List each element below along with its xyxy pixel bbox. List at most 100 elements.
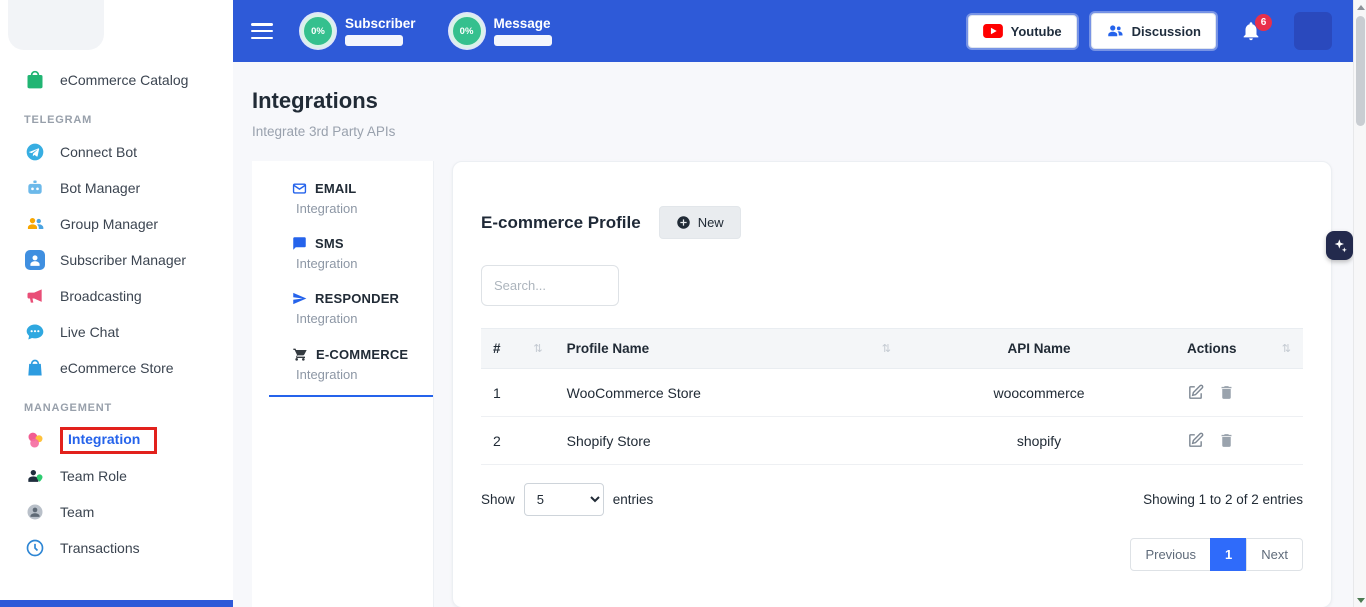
page-subtitle: Integrate 3rd Party APIs	[252, 124, 1332, 139]
row-num: 1	[481, 369, 555, 417]
sidebar-item-label: Team Role	[60, 468, 127, 484]
table-header-row: #⇅ Profile Name⇅ API Name Actions⇅	[481, 329, 1303, 369]
row-api-name: shopify	[903, 417, 1175, 465]
sidebar-item-label: Team	[60, 504, 94, 520]
sidebar-item-label: Transactions	[60, 540, 140, 556]
annotation-highlight-box: Integration	[60, 427, 157, 454]
assistant-floating-button[interactable]	[1326, 231, 1353, 260]
plus-circle-icon	[676, 215, 691, 230]
table-row: 1 WooCommerce Store woocommerce	[481, 369, 1303, 417]
sidebar-item-label: Group Manager	[60, 216, 158, 232]
shopping-bag-icon	[24, 69, 46, 91]
next-page-button[interactable]: Next	[1246, 538, 1303, 571]
sidebar-item-label: eCommerce Catalog	[60, 72, 188, 88]
subscriber-progress-ring: 0%	[301, 14, 335, 48]
sidebar-item-broadcasting[interactable]: Broadcasting	[0, 278, 233, 314]
page-1-button[interactable]: 1	[1210, 538, 1247, 571]
edit-button[interactable]	[1187, 384, 1204, 401]
sidebar-item-label: Integration	[68, 431, 140, 447]
nav-ecommerce-integration[interactable]: E-COMMERCE Integration	[269, 346, 433, 397]
nav-item-subtitle: Integration	[292, 311, 433, 326]
column-header-actions[interactable]: Actions⇅	[1175, 329, 1303, 369]
sidebar-item-group-manager[interactable]: Group Manager	[0, 206, 233, 242]
subscriber-stat-label: Subscriber	[345, 16, 416, 31]
edit-icon	[1187, 432, 1204, 449]
ecommerce-profile-card: E-commerce Profile New	[452, 161, 1332, 607]
pagination: Previous 1 Next	[481, 538, 1303, 571]
nav-responder-integration[interactable]: RESPONDER Integration	[269, 291, 433, 326]
integration-icon	[24, 429, 46, 451]
notifications-button[interactable]: 6	[1240, 20, 1262, 42]
column-header-num[interactable]: #⇅	[481, 329, 555, 369]
sparkle-icon	[1332, 238, 1348, 254]
app-window: eCommerce Catalog TELEGRAM Connect Bot B…	[0, 0, 1366, 607]
menu-toggle-button[interactable]	[251, 23, 273, 39]
message-progress-ring: 0%	[450, 14, 484, 48]
app-logo	[8, 0, 104, 50]
sidebar-item-bot-manager[interactable]: Bot Manager	[0, 170, 233, 206]
youtube-button[interactable]: Youtube	[968, 15, 1077, 48]
subscriber-icon	[24, 249, 46, 271]
table-row: 2 Shopify Store shopify	[481, 417, 1303, 465]
sort-icon[interactable]: ⇅	[533, 342, 542, 355]
nav-item-title: SMS	[315, 236, 344, 251]
sidebar-item-live-chat[interactable]: Live Chat	[0, 314, 233, 350]
sidebar-item-team[interactable]: Team	[0, 494, 233, 530]
entries-per-page-select[interactable]: 5	[524, 483, 604, 516]
message-stat: 0% Message	[450, 14, 552, 48]
telegram-icon	[24, 141, 46, 163]
delete-button[interactable]	[1218, 384, 1235, 401]
search-input[interactable]	[481, 265, 619, 306]
sort-icon[interactable]: ⇅	[1282, 342, 1291, 355]
new-profile-button[interactable]: New	[659, 206, 741, 239]
nav-email-integration[interactable]: EMAIL Integration	[269, 181, 433, 216]
sidebar-item-label: Subscriber Manager	[60, 252, 186, 268]
entries-label: entries	[613, 492, 654, 507]
transactions-icon	[24, 537, 46, 559]
subscriber-stat-value-bar	[345, 35, 403, 46]
previous-page-button[interactable]: Previous	[1130, 538, 1211, 571]
sidebar-item-label: eCommerce Store	[60, 360, 174, 376]
user-avatar[interactable]	[1294, 12, 1332, 50]
sidebar-item-ecommerce-store[interactable]: eCommerce Store	[0, 350, 233, 386]
edit-icon	[1187, 384, 1204, 401]
sidebar-item-team-role[interactable]: Team Role	[0, 458, 233, 494]
sidebar-item-label: Connect Bot	[60, 144, 137, 160]
scroll-down-arrow[interactable]	[1354, 593, 1366, 607]
nav-item-title: RESPONDER	[315, 291, 399, 306]
chat-bubble-icon	[24, 321, 46, 343]
scrollbar-thumb[interactable]	[1356, 16, 1365, 126]
column-header-api-name[interactable]: API Name	[903, 329, 1175, 369]
team-role-icon	[24, 465, 46, 487]
sidebar-item-subscriber-manager[interactable]: Subscriber Manager	[0, 242, 233, 278]
nav-item-subtitle: Integration	[292, 367, 433, 382]
sidebar-item-transactions[interactable]: Transactions	[0, 530, 233, 566]
showing-entries-text: Showing 1 to 2 of 2 entries	[1143, 492, 1303, 507]
sidebar-item-label: Broadcasting	[60, 288, 142, 304]
vertical-scrollbar[interactable]	[1353, 0, 1366, 607]
sidebar-item-integration[interactable]: Integration	[0, 422, 233, 458]
sidebar-bottom-strip	[0, 600, 233, 607]
edit-button[interactable]	[1187, 432, 1204, 449]
main-column: 0% Subscriber 0% Message Youtu	[233, 0, 1366, 607]
group-icon	[24, 213, 46, 235]
nav-sms-integration[interactable]: SMS Integration	[269, 236, 433, 271]
youtube-button-label: Youtube	[1011, 24, 1062, 39]
youtube-icon	[983, 24, 1003, 38]
row-num: 2	[481, 417, 555, 465]
team-icon	[24, 501, 46, 523]
sidebar-item-ecommerce-catalog[interactable]: eCommerce Catalog	[0, 62, 233, 98]
sort-icon[interactable]: ⇅	[882, 342, 891, 355]
notification-badge: 6	[1255, 14, 1272, 31]
nav-item-title: E-COMMERCE	[316, 347, 408, 362]
scroll-up-arrow[interactable]	[1354, 0, 1366, 14]
row-profile-name: WooCommerce Store	[555, 369, 903, 417]
delete-button[interactable]	[1218, 432, 1235, 449]
message-stat-value-bar	[494, 35, 552, 46]
sidebar-item-connect-bot[interactable]: Connect Bot	[0, 134, 233, 170]
column-header-profile-name[interactable]: Profile Name⇅	[555, 329, 903, 369]
integration-type-nav: EMAIL Integration SMS Integration	[252, 161, 434, 607]
discussion-button[interactable]: Discussion	[1091, 13, 1216, 49]
discussion-icon	[1106, 22, 1124, 40]
sidebar: eCommerce Catalog TELEGRAM Connect Bot B…	[0, 0, 233, 607]
